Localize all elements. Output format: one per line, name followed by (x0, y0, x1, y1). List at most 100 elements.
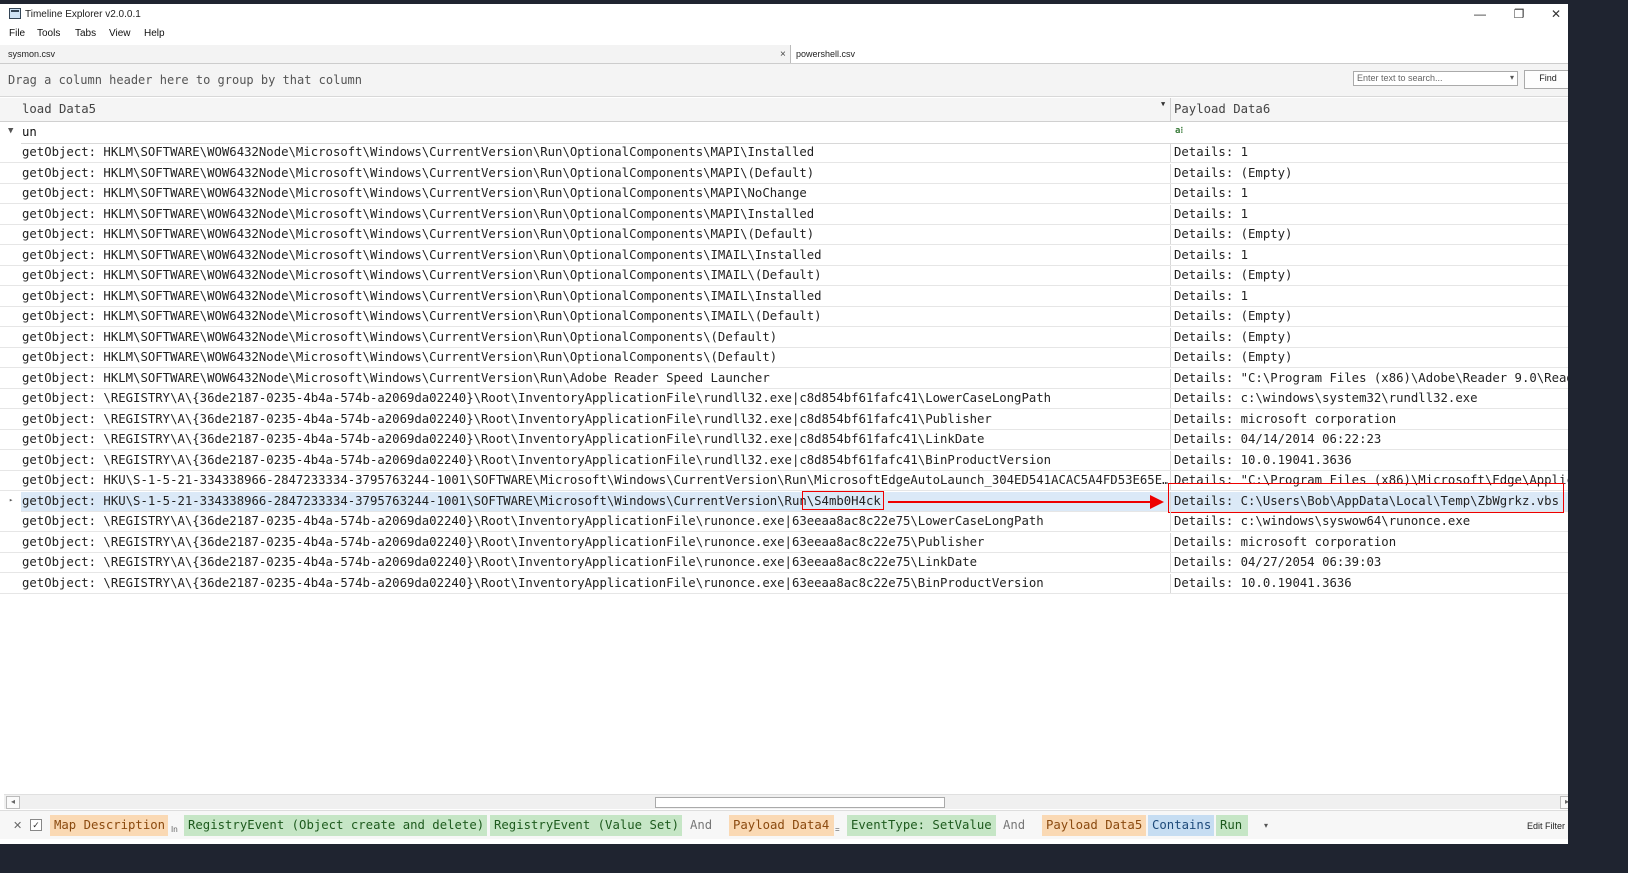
scrollbar-thumb[interactable] (655, 797, 945, 808)
table-row[interactable]: getObject: HKLM\SOFTWARE\WOW6432Node\Mic… (0, 204, 1568, 225)
table-row[interactable]: getObject: HKLM\SOFTWARE\WOW6432Node\Mic… (0, 184, 1568, 204)
table-row[interactable]: getObject: HKLM\SOFTWARE\WOW6432Node\Mic… (0, 245, 1568, 266)
row-indicator[interactable] (0, 450, 21, 470)
table-row[interactable]: getObject: HKLM\SOFTWARE\WOW6432Node\Mic… (0, 286, 1568, 307)
row-indicator[interactable] (0, 573, 21, 593)
cell-payload-data6[interactable]: Details: "C:\Program Files (x86)\Adobe\R… (1174, 371, 1568, 385)
cell-payload-data6[interactable]: Details: (Empty) (1174, 350, 1568, 364)
cell-payload-data6[interactable]: Details: 10.0.19041.3636 (1174, 453, 1568, 467)
search-input[interactable]: Enter text to search... (1353, 71, 1518, 86)
tab-sysmon[interactable]: sysmon.csv × (0, 45, 791, 63)
menu-file[interactable]: File (9, 28, 25, 39)
filter-token[interactable]: Map Description (50, 815, 168, 836)
row-indicator[interactable] (0, 204, 21, 224)
table-row[interactable]: getObject: \REGISTRY\A\{36de2187-0235-4b… (0, 553, 1568, 573)
row-indicator[interactable] (0, 245, 21, 265)
minimize-button[interactable]: — (1462, 5, 1498, 23)
row-indicator[interactable] (0, 225, 21, 244)
column-divider[interactable] (1170, 98, 1171, 121)
clear-filter-icon[interactable]: ✕ (13, 819, 22, 832)
cell-payload-data6[interactable]: Details: 1 (1174, 186, 1568, 200)
cell-payload-data6[interactable]: Details: 1 (1174, 248, 1568, 262)
table-row[interactable]: getObject: \REGISTRY\A\{36de2187-0235-4b… (0, 532, 1568, 553)
horizontal-scrollbar[interactable]: ◂ ▸ (4, 794, 1568, 809)
cell-payload-data5[interactable]: getObject: HKLM\SOFTWARE\WOW6432Node\Mic… (22, 330, 1168, 344)
table-row[interactable]: getObject: HKLM\SOFTWARE\WOW6432Node\Mic… (0, 225, 1568, 245)
filter-token[interactable]: = (835, 820, 845, 841)
menu-tools[interactable]: Tools (37, 28, 60, 39)
cell-payload-data5[interactable]: getObject: \REGISTRY\A\{36de2187-0235-4b… (22, 535, 1168, 549)
row-indicator[interactable] (0, 512, 21, 531)
cell-payload-data5[interactable]: getObject: HKLM\SOFTWARE\WOW6432Node\Mic… (22, 289, 1168, 303)
table-row[interactable]: getObject: HKLM\SOFTWARE\WOW6432Node\Mic… (0, 266, 1568, 286)
menu-view[interactable]: View (109, 28, 131, 39)
cell-payload-data5[interactable]: getObject: HKLM\SOFTWARE\WOW6432Node\Mic… (22, 268, 1168, 282)
cell-payload-data5[interactable]: getObject: \REGISTRY\A\{36de2187-0235-4b… (22, 576, 1168, 590)
row-indicator[interactable] (0, 409, 21, 429)
row-indicator[interactable] (0, 430, 21, 449)
cell-payload-data5[interactable]: getObject: HKLM\SOFTWARE\WOW6432Node\Mic… (22, 350, 1168, 364)
table-row[interactable]: getObject: \REGISTRY\A\{36de2187-0235-4b… (0, 512, 1568, 532)
cell-payload-data6[interactable]: Details: 1 (1174, 207, 1568, 221)
cell-payload-data5[interactable]: getObject: \REGISTRY\A\{36de2187-0235-4b… (22, 453, 1168, 467)
scroll-left-icon[interactable]: ◂ (6, 796, 20, 809)
table-row[interactable]: getObject: HKLM\SOFTWARE\WOW6432Node\Mic… (0, 163, 1568, 184)
cell-payload-data5[interactable]: getObject: HKU\S-1-5-21-334338966-284723… (22, 473, 1168, 487)
find-button[interactable]: Find (1524, 70, 1568, 89)
cell-payload-data6[interactable]: Details: (Empty) (1174, 166, 1568, 180)
row-indicator[interactable] (0, 163, 21, 183)
cell-payload-data6[interactable]: Details: (Empty) (1174, 268, 1568, 282)
row-indicator[interactable] (0, 286, 21, 306)
column-header-payload-data5[interactable]: load Data5 (22, 102, 96, 116)
filter-token[interactable]: Payload Data5 (1042, 815, 1146, 836)
table-row[interactable]: getObject: HKLM\SOFTWARE\WOW6432Node\Mic… (0, 327, 1568, 348)
cell-payload-data5[interactable]: getObject: \REGISTRY\A\{36de2187-0235-4b… (22, 514, 1168, 528)
cell-payload-data6[interactable]: Details: 1 (1174, 289, 1568, 303)
cell-payload-data6[interactable]: Details: (Empty) (1174, 330, 1568, 344)
cell-payload-data5[interactable]: getObject: \REGISTRY\A\{36de2187-0235-4b… (22, 432, 1168, 446)
edit-filter-button[interactable]: Edit Filter (1527, 821, 1565, 831)
restore-button[interactable]: ❐ (1501, 5, 1537, 23)
row-indicator[interactable] (0, 553, 21, 572)
row-indicator[interactable] (0, 389, 21, 408)
filter-token[interactable]: Run (1216, 815, 1248, 836)
filter-token[interactable]: EventType: SetValue (847, 815, 996, 836)
cell-payload-data5[interactable]: getObject: HKLM\SOFTWARE\WOW6432Node\Mic… (22, 371, 1168, 385)
table-row[interactable]: getObject: \REGISTRY\A\{36de2187-0235-4b… (0, 450, 1568, 471)
filter-token[interactable]: In (171, 820, 183, 841)
cell-payload-data6[interactable]: Details: microsoft corporation (1174, 412, 1568, 426)
filter-input-payload-data5[interactable]: un (22, 125, 37, 139)
row-indicator[interactable] (0, 307, 21, 326)
row-indicator[interactable] (0, 143, 21, 162)
cell-payload-data6[interactable]: Details: c:\windows\syswow64\runonce.exe (1174, 514, 1568, 528)
table-row[interactable]: getObject: HKLM\SOFTWARE\WOW6432Node\Mic… (0, 143, 1568, 163)
cell-payload-data5[interactable]: getObject: HKLM\SOFTWARE\WOW6432Node\Mic… (22, 309, 1168, 323)
cell-payload-data6[interactable]: Details: (Empty) (1174, 227, 1568, 241)
close-button[interactable]: ✕ (1538, 5, 1568, 23)
tab-close-icon[interactable]: × (780, 46, 786, 64)
table-row[interactable]: ▸ getObject: HKU\S-1-5-21-334338966-28472… (0, 482, 1568, 513)
cell-payload-data5[interactable]: getObject: \REGISTRY\A\{36de2187-0235-4b… (22, 391, 1168, 405)
filter-dropdown-icon[interactable]: ▼ (1161, 100, 1165, 108)
cell-payload-data5[interactable]: getObject: \REGISTRY\A\{36de2187-0235-4b… (22, 555, 1168, 569)
filter-enable-checkbox[interactable]: ✓ (30, 819, 42, 831)
table-row[interactable]: getObject: HKLM\SOFTWARE\WOW6432Node\Mic… (0, 307, 1568, 327)
row-indicator[interactable] (0, 471, 21, 490)
cell-payload-data6[interactable]: Details: 10.0.19041.3636 (1174, 576, 1568, 590)
filter-token[interactable]: And (999, 815, 1039, 836)
cell-payload-data5[interactable]: getObject: HKLM\SOFTWARE\WOW6432Node\Mic… (22, 186, 1168, 200)
tab-powershell[interactable]: powershell.csv (792, 45, 1568, 63)
cell-payload-data6[interactable]: Details: 04/14/2014 06:22:23 (1174, 432, 1568, 446)
row-indicator[interactable] (0, 266, 21, 285)
group-panel[interactable]: Drag a column header here to group by th… (0, 64, 1568, 97)
table-row[interactable]: getObject: \REGISTRY\A\{36de2187-0235-4b… (0, 430, 1568, 450)
filter-token[interactable]: RegistryEvent (Value Set) (490, 815, 682, 836)
cell-payload-data6[interactable]: Details: 1 (1174, 145, 1568, 159)
filter-token[interactable]: RegistryEvent (Object create and delete) (184, 815, 487, 836)
cell-payload-data6[interactable]: Details: (Empty) (1174, 309, 1568, 323)
filter-token[interactable]: Contains (1148, 815, 1214, 836)
column-header-payload-data6[interactable]: Payload Data6 (1174, 102, 1270, 116)
row-indicator[interactable] (0, 184, 21, 203)
cell-payload-data6[interactable]: Details: 04/27/2054 06:39:03 (1174, 555, 1568, 569)
table-row[interactable]: getObject: \REGISTRY\A\{36de2187-0235-4b… (0, 573, 1568, 594)
